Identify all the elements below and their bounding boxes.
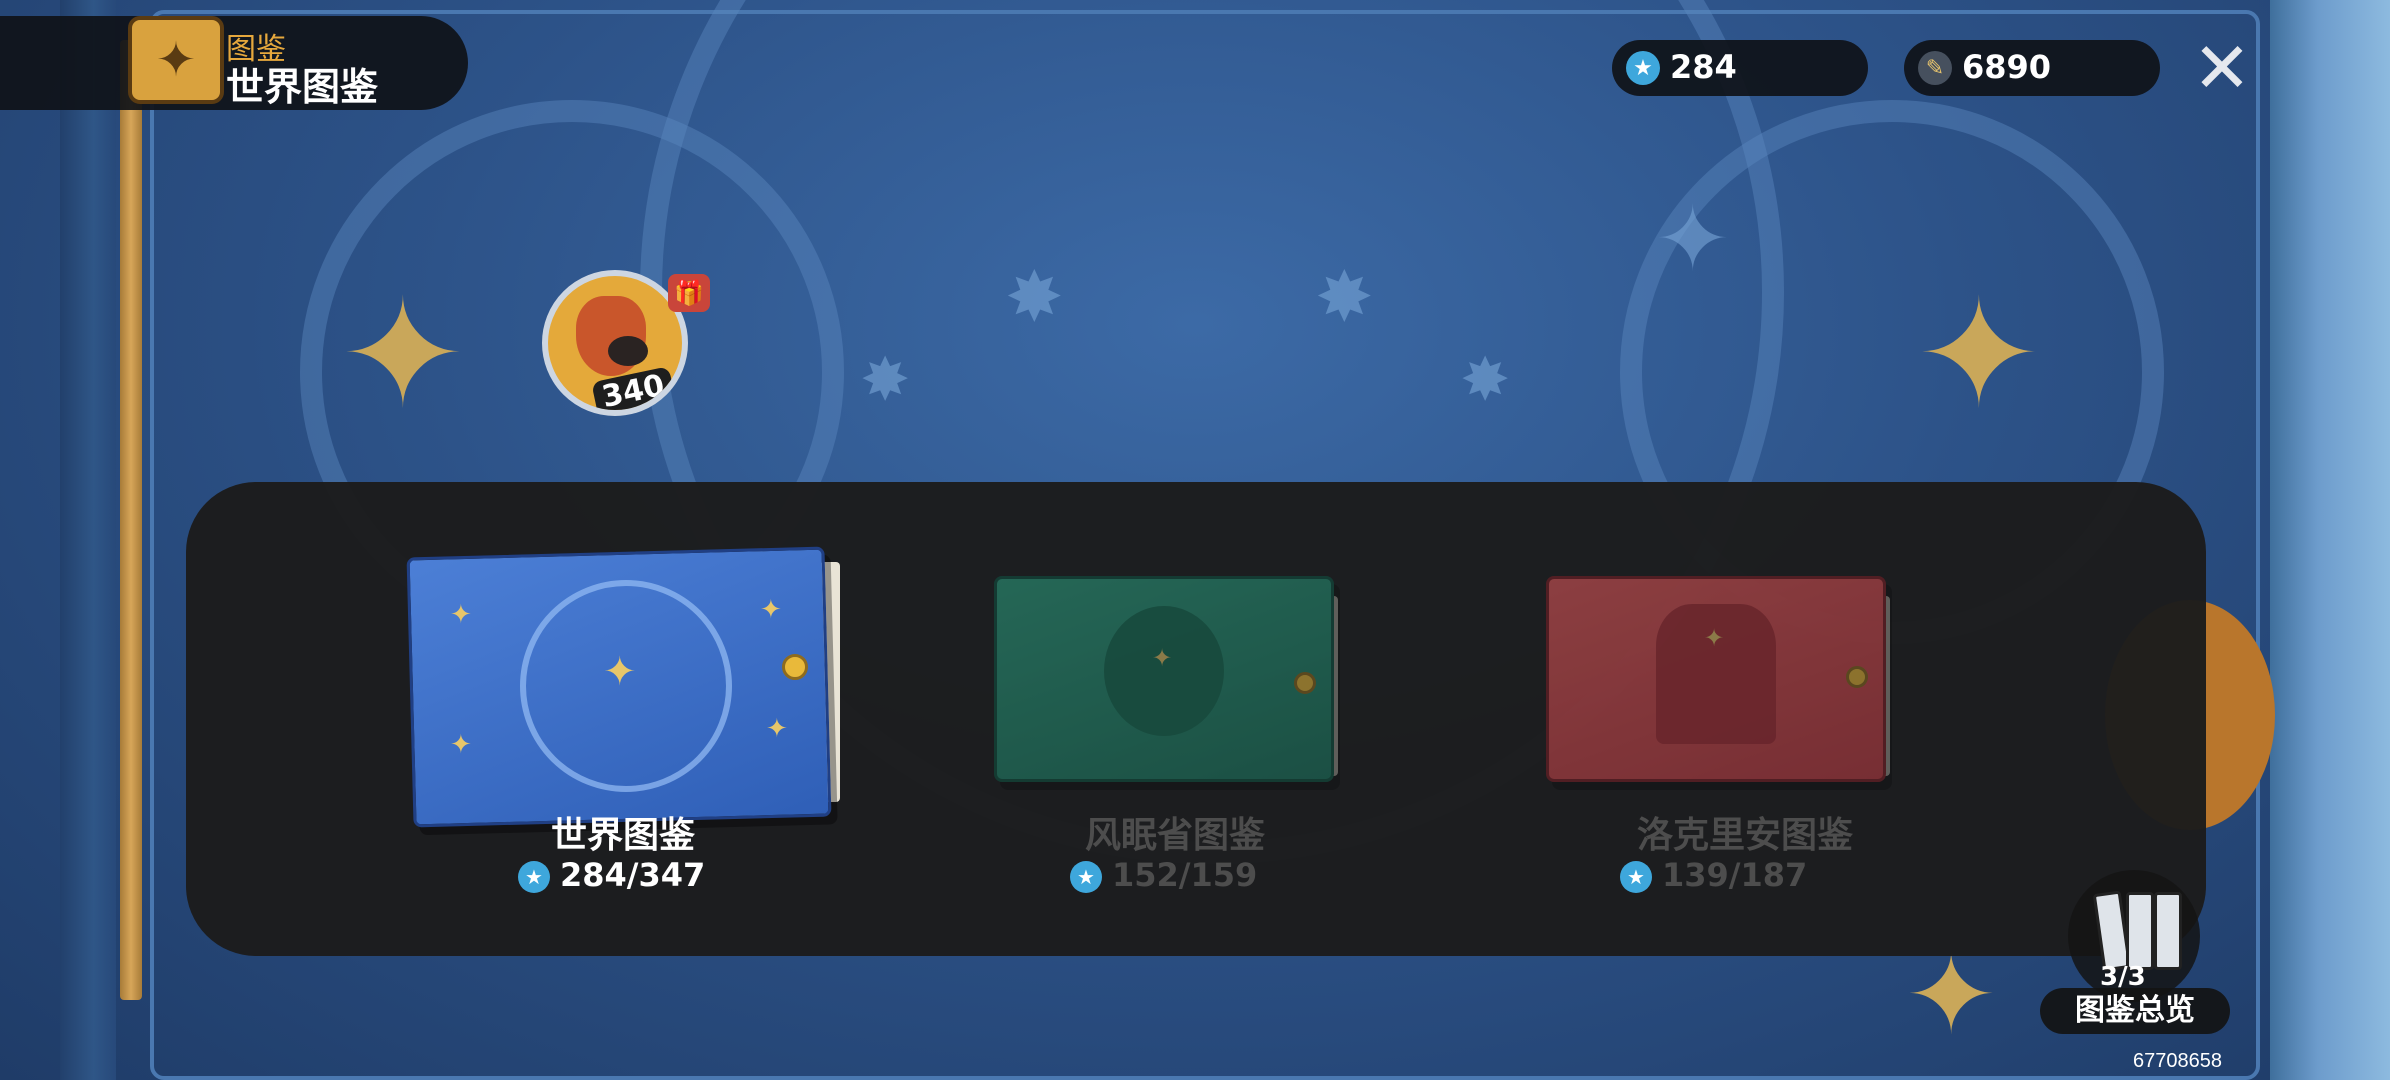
book-clasp-button	[1846, 666, 1868, 688]
close-icon[interactable]: ✕	[2190, 33, 2254, 103]
bookmark-ribbon	[120, 40, 142, 1000]
user-id: 67708658	[2133, 1050, 2222, 1072]
star-coin-icon: ★	[518, 861, 550, 893]
star-coin-counter[interactable]: ★ 284	[1612, 40, 1868, 96]
star-coin-value: 284	[1670, 48, 1737, 86]
book-volume-icon	[2126, 892, 2154, 970]
faint-star-icon: ✸	[860, 345, 911, 415]
scroll-ticket-icon: ✎	[1918, 51, 1952, 85]
book-fengmian-progress: ★ 152/159	[1070, 856, 1257, 894]
faint-star-icon: ✸	[1460, 345, 1511, 415]
gold-star-icon: ✦	[450, 730, 472, 760]
ticket-counter[interactable]: ✎ 6890	[1904, 40, 2160, 96]
gold-star-ornament-icon: ✦	[1916, 268, 2042, 442]
creature-avatar-badge[interactable]: 340	[542, 270, 688, 416]
star-coin-icon: ★	[1620, 861, 1652, 893]
gift-icon[interactable]: 🎁	[668, 274, 710, 312]
book-rokrian[interactable]: ✦	[1546, 576, 1896, 796]
faint-star-icon: ✸	[1005, 256, 1064, 338]
page-title: 世界图鉴	[226, 65, 379, 109]
book-world[interactable]: ✦ ✦ ✦ ✦ ✦	[406, 532, 850, 828]
gold-star-icon: ✦	[603, 649, 637, 695]
gold-star-icon: ✦	[760, 595, 782, 625]
book-spine	[60, 0, 116, 1080]
book-rokrian-progress-value: 139/187	[1662, 856, 1808, 894]
book-fengmian-name: 风眠省图鉴	[1084, 815, 1265, 856]
book-rokrian-name: 洛克里安图鉴	[1636, 815, 1853, 856]
ticket-value: 6890	[1962, 48, 2052, 86]
creature-beak	[608, 336, 648, 366]
book-clasp-button	[782, 654, 808, 680]
gold-star-ornament-icon: ✦	[340, 268, 466, 442]
book-volume-icon	[2154, 892, 2182, 970]
gold-star-icon: ✦	[766, 714, 788, 744]
book-clasp-button	[1294, 672, 1316, 694]
book-world-progress-value: 284/347	[560, 856, 706, 894]
star-coin-icon: ★	[1626, 51, 1660, 85]
gold-star-icon: ✦	[1152, 644, 1173, 672]
star-coin-icon: ★	[1070, 861, 1102, 893]
faint-star-icon: ✦	[1655, 187, 1731, 292]
outside-scenery	[2270, 0, 2390, 1080]
faint-star-icon: ✸	[1315, 256, 1374, 338]
book-fengmian[interactable]: ✦	[994, 576, 1344, 796]
codex-overview-button[interactable]: 3/3 图鉴总览	[2040, 870, 2230, 1040]
book-world-progress: ★ 284/347	[518, 856, 705, 894]
codex-book-icon: ✦	[128, 16, 224, 104]
gold-star-icon: ✦	[450, 600, 472, 630]
gold-star-ornament-icon: ✦	[1905, 931, 1998, 1059]
book-rokrian-progress: ★ 139/187	[1620, 856, 1807, 894]
book-fengmian-progress-value: 152/159	[1112, 856, 1258, 894]
book-world-name: 世界图鉴	[550, 815, 695, 856]
gold-star-icon: ✦	[1704, 624, 1725, 652]
overview-label: 图鉴总览	[2040, 988, 2230, 1034]
